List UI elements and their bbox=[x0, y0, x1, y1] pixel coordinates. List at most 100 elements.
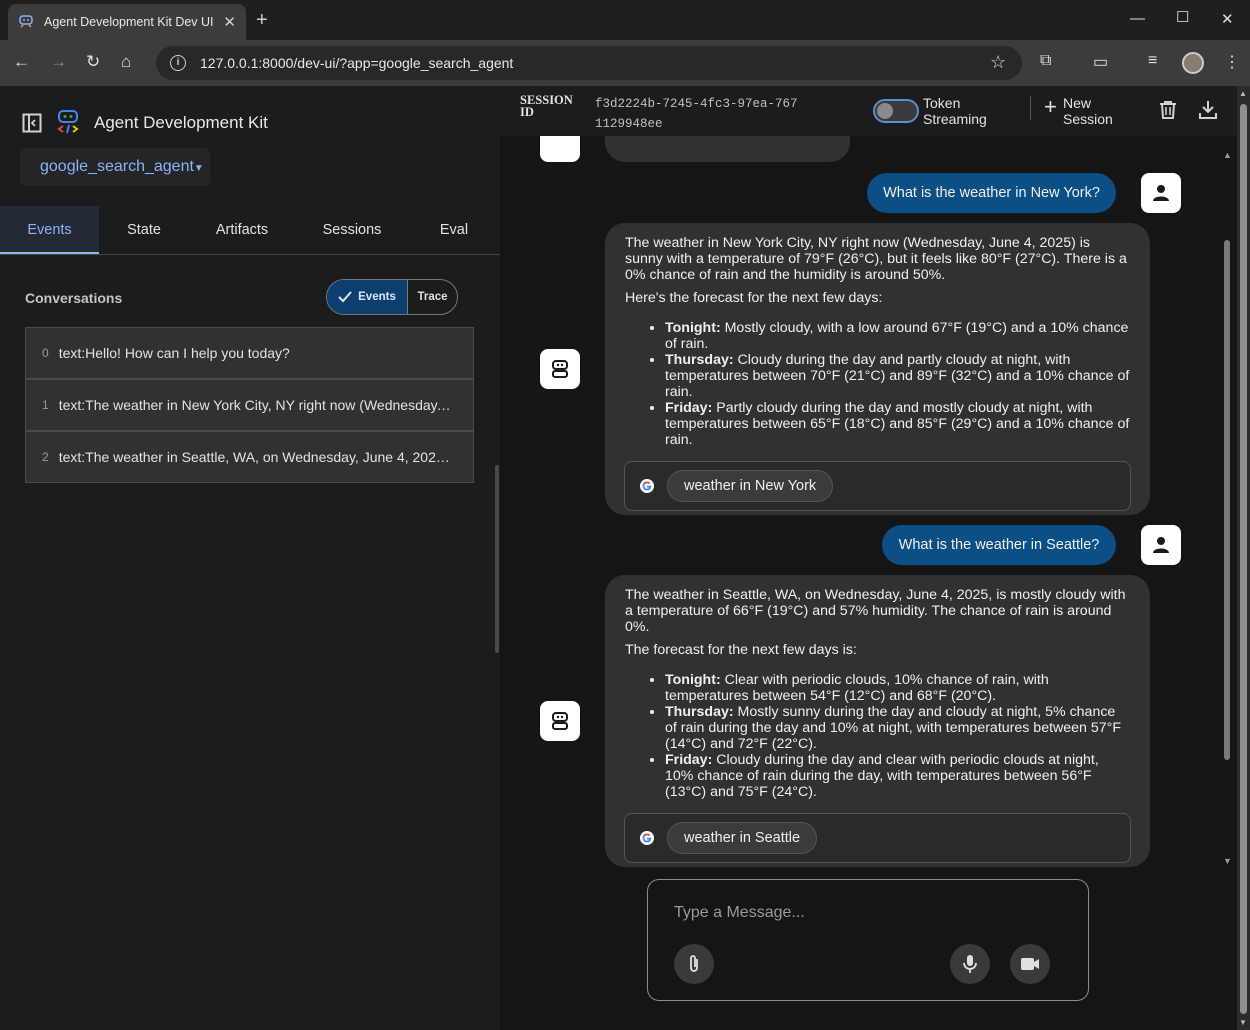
search-chip[interactable]: weather in Seattle bbox=[667, 822, 818, 854]
tab-events[interactable]: Events bbox=[0, 206, 99, 254]
user-message-bubble: What is the weather in Seattle? bbox=[882, 525, 1116, 565]
adk-logo-icon bbox=[57, 110, 79, 134]
microphone-button[interactable] bbox=[950, 944, 990, 984]
robot-icon bbox=[552, 360, 568, 378]
agent-select-value: google_search_agent bbox=[40, 158, 194, 175]
profile-avatar[interactable] bbox=[1182, 52, 1204, 74]
address-bar[interactable]: i 127.0.0.1:8000/dev-ui/?app=google_sear… bbox=[156, 46, 1022, 80]
back-icon[interactable]: ← bbox=[13, 52, 30, 72]
tab-state[interactable]: State bbox=[99, 206, 189, 254]
bot-avatar bbox=[540, 349, 580, 389]
user-message-bubble: What is the weather in New York? bbox=[867, 173, 1116, 213]
forecast-list: Tonight: Mostly cloudy, with a low aroun… bbox=[665, 320, 1130, 448]
adk-favicon-icon bbox=[19, 15, 33, 28]
forecast-item: Thursday: Cloudy during the day and part… bbox=[665, 352, 1130, 400]
token-streaming-label: Token Streaming bbox=[923, 95, 987, 127]
close-window-icon[interactable]: ✕ bbox=[1221, 10, 1234, 28]
event-index: 0 bbox=[42, 346, 49, 360]
bot-message-bubble: The weather in New York City, NY right n… bbox=[605, 223, 1150, 515]
sidebar-tabs: Events State Artifacts Sessions Eval bbox=[0, 206, 500, 255]
event-text: text:The weather in Seattle, WA, on Wedn… bbox=[58, 449, 454, 465]
page-scroll-up-icon[interactable]: ▲ bbox=[1239, 89, 1247, 98]
tab-eval[interactable]: Eval bbox=[414, 206, 494, 254]
bot-message-bubble: The weather in Seattle, WA, on Wednesday… bbox=[605, 575, 1150, 867]
person-icon bbox=[1153, 185, 1169, 201]
delete-icon[interactable] bbox=[1159, 100, 1177, 120]
forward-icon[interactable]: → bbox=[50, 52, 67, 72]
minimize-icon[interactable]: — bbox=[1130, 10, 1145, 27]
event-text: text:The weather in New York City, NY ri… bbox=[58, 397, 454, 413]
chat-scroll-up-icon[interactable]: ▲ bbox=[1223, 150, 1232, 160]
event-index: 1 bbox=[42, 398, 49, 412]
user-avatar bbox=[1141, 525, 1181, 565]
paperclip-icon bbox=[690, 955, 698, 972]
session-id-label: SESSION ID bbox=[520, 93, 573, 119]
tab-title: Agent Development Kit Dev UI bbox=[44, 15, 214, 29]
event-row[interactable]: 1 text:The weather in New York City, NY … bbox=[25, 379, 474, 431]
google-g-icon bbox=[640, 831, 654, 845]
toggle-events-label: Events bbox=[358, 291, 396, 303]
tab-sessions[interactable]: Sessions bbox=[302, 206, 402, 254]
forecast-item: Friday: Partly cloudy during the day and… bbox=[665, 400, 1130, 448]
chat-scrollbar-thumb[interactable] bbox=[1224, 240, 1230, 760]
attach-button[interactable] bbox=[674, 944, 714, 984]
event-text: text:Hello! How can I help you today? bbox=[58, 345, 290, 361]
token-streaming-toggle[interactable] bbox=[873, 99, 919, 123]
google-g-icon bbox=[640, 479, 654, 493]
new-tab-icon[interactable]: + bbox=[256, 9, 268, 32]
header-divider bbox=[1030, 96, 1031, 120]
app-title: Agent Development Kit bbox=[94, 113, 268, 132]
bookmark-star-icon[interactable]: ☆ bbox=[990, 52, 1006, 73]
close-tab-icon[interactable]: ✕ bbox=[223, 13, 236, 31]
bot-avatar-partial bbox=[540, 136, 580, 162]
bot-bubble-partial bbox=[605, 136, 850, 162]
video-camera-icon bbox=[1021, 958, 1039, 970]
reload-icon[interactable]: ↻ bbox=[86, 52, 100, 72]
event-row[interactable]: 2 text:The weather in Seattle, WA, on We… bbox=[25, 431, 474, 483]
event-index: 2 bbox=[42, 450, 49, 464]
search-suggestions: weather in New York bbox=[624, 461, 1131, 511]
page-scrollbar-thumb[interactable] bbox=[1240, 104, 1247, 1014]
plus-icon: + bbox=[1044, 94, 1057, 119]
forecast-list: Tonight: Clear with periodic clouds, 10%… bbox=[665, 672, 1130, 800]
chat-scroll-down-icon[interactable]: ▼ bbox=[1223, 856, 1232, 866]
browser-tab[interactable]: Agent Development Kit Dev UI ✕ bbox=[8, 4, 246, 40]
forecast-item: Thursday: Mostly sunny during the day an… bbox=[665, 704, 1130, 752]
message-input[interactable] bbox=[674, 904, 1054, 922]
url-text: 127.0.0.1:8000/dev-ui/?app=google_search… bbox=[200, 55, 514, 71]
person-icon bbox=[1153, 537, 1169, 553]
message-composer bbox=[647, 879, 1089, 1001]
cast-icon[interactable]: ▭ bbox=[1093, 52, 1108, 72]
bot-message-intro: The weather in Seattle, WA, on Wednesday… bbox=[625, 587, 1126, 635]
download-icon[interactable] bbox=[1199, 100, 1217, 120]
bot-avatar bbox=[540, 701, 580, 741]
home-icon[interactable]: ⌂ bbox=[121, 52, 131, 72]
forecast-item: Tonight: Clear with periodic clouds, 10%… bbox=[665, 672, 1130, 704]
page-scroll-down-icon[interactable]: ▼ bbox=[1239, 1018, 1247, 1027]
sidebar-resize-handle[interactable] bbox=[495, 465, 499, 653]
media-controls-icon[interactable]: ≡ bbox=[1148, 52, 1157, 70]
new-session-label: New Session bbox=[1063, 95, 1113, 127]
tab-artifacts[interactable]: Artifacts bbox=[192, 206, 292, 254]
forecast-item: Friday: Cloudy during the day and clear … bbox=[665, 752, 1130, 800]
session-id-value: f3d2224b-7245-4fc3-97ea-7671129948ee bbox=[595, 97, 798, 131]
toggle-events-button[interactable]: Events bbox=[327, 280, 408, 314]
maximize-icon[interactable]: ☐ bbox=[1176, 8, 1189, 26]
site-info-icon[interactable]: i bbox=[170, 55, 186, 71]
microphone-icon bbox=[963, 955, 977, 973]
robot-icon bbox=[552, 712, 568, 730]
bot-message-intro: The weather in New York City, NY right n… bbox=[625, 235, 1127, 283]
extensions-icon[interactable]: ⧉ bbox=[1040, 52, 1051, 70]
menu-kebab-icon[interactable]: ⋮ bbox=[1224, 52, 1240, 72]
video-button[interactable] bbox=[1010, 944, 1050, 984]
toggle-knob bbox=[877, 103, 893, 119]
forecast-item: Tonight: Mostly cloudy, with a low aroun… bbox=[665, 320, 1130, 352]
toggle-trace-label: Trace bbox=[417, 291, 448, 303]
events-trace-toggle: Events Trace bbox=[326, 279, 458, 315]
toggle-sidebar-icon[interactable] bbox=[22, 113, 42, 133]
toggle-trace-button[interactable]: Trace bbox=[408, 280, 457, 314]
agent-select[interactable]: google_search_agent▼ bbox=[20, 148, 210, 186]
event-row[interactable]: 0 text:Hello! How can I help you today? bbox=[25, 327, 474, 379]
search-chip[interactable]: weather in New York bbox=[667, 470, 834, 502]
check-icon bbox=[338, 291, 352, 303]
